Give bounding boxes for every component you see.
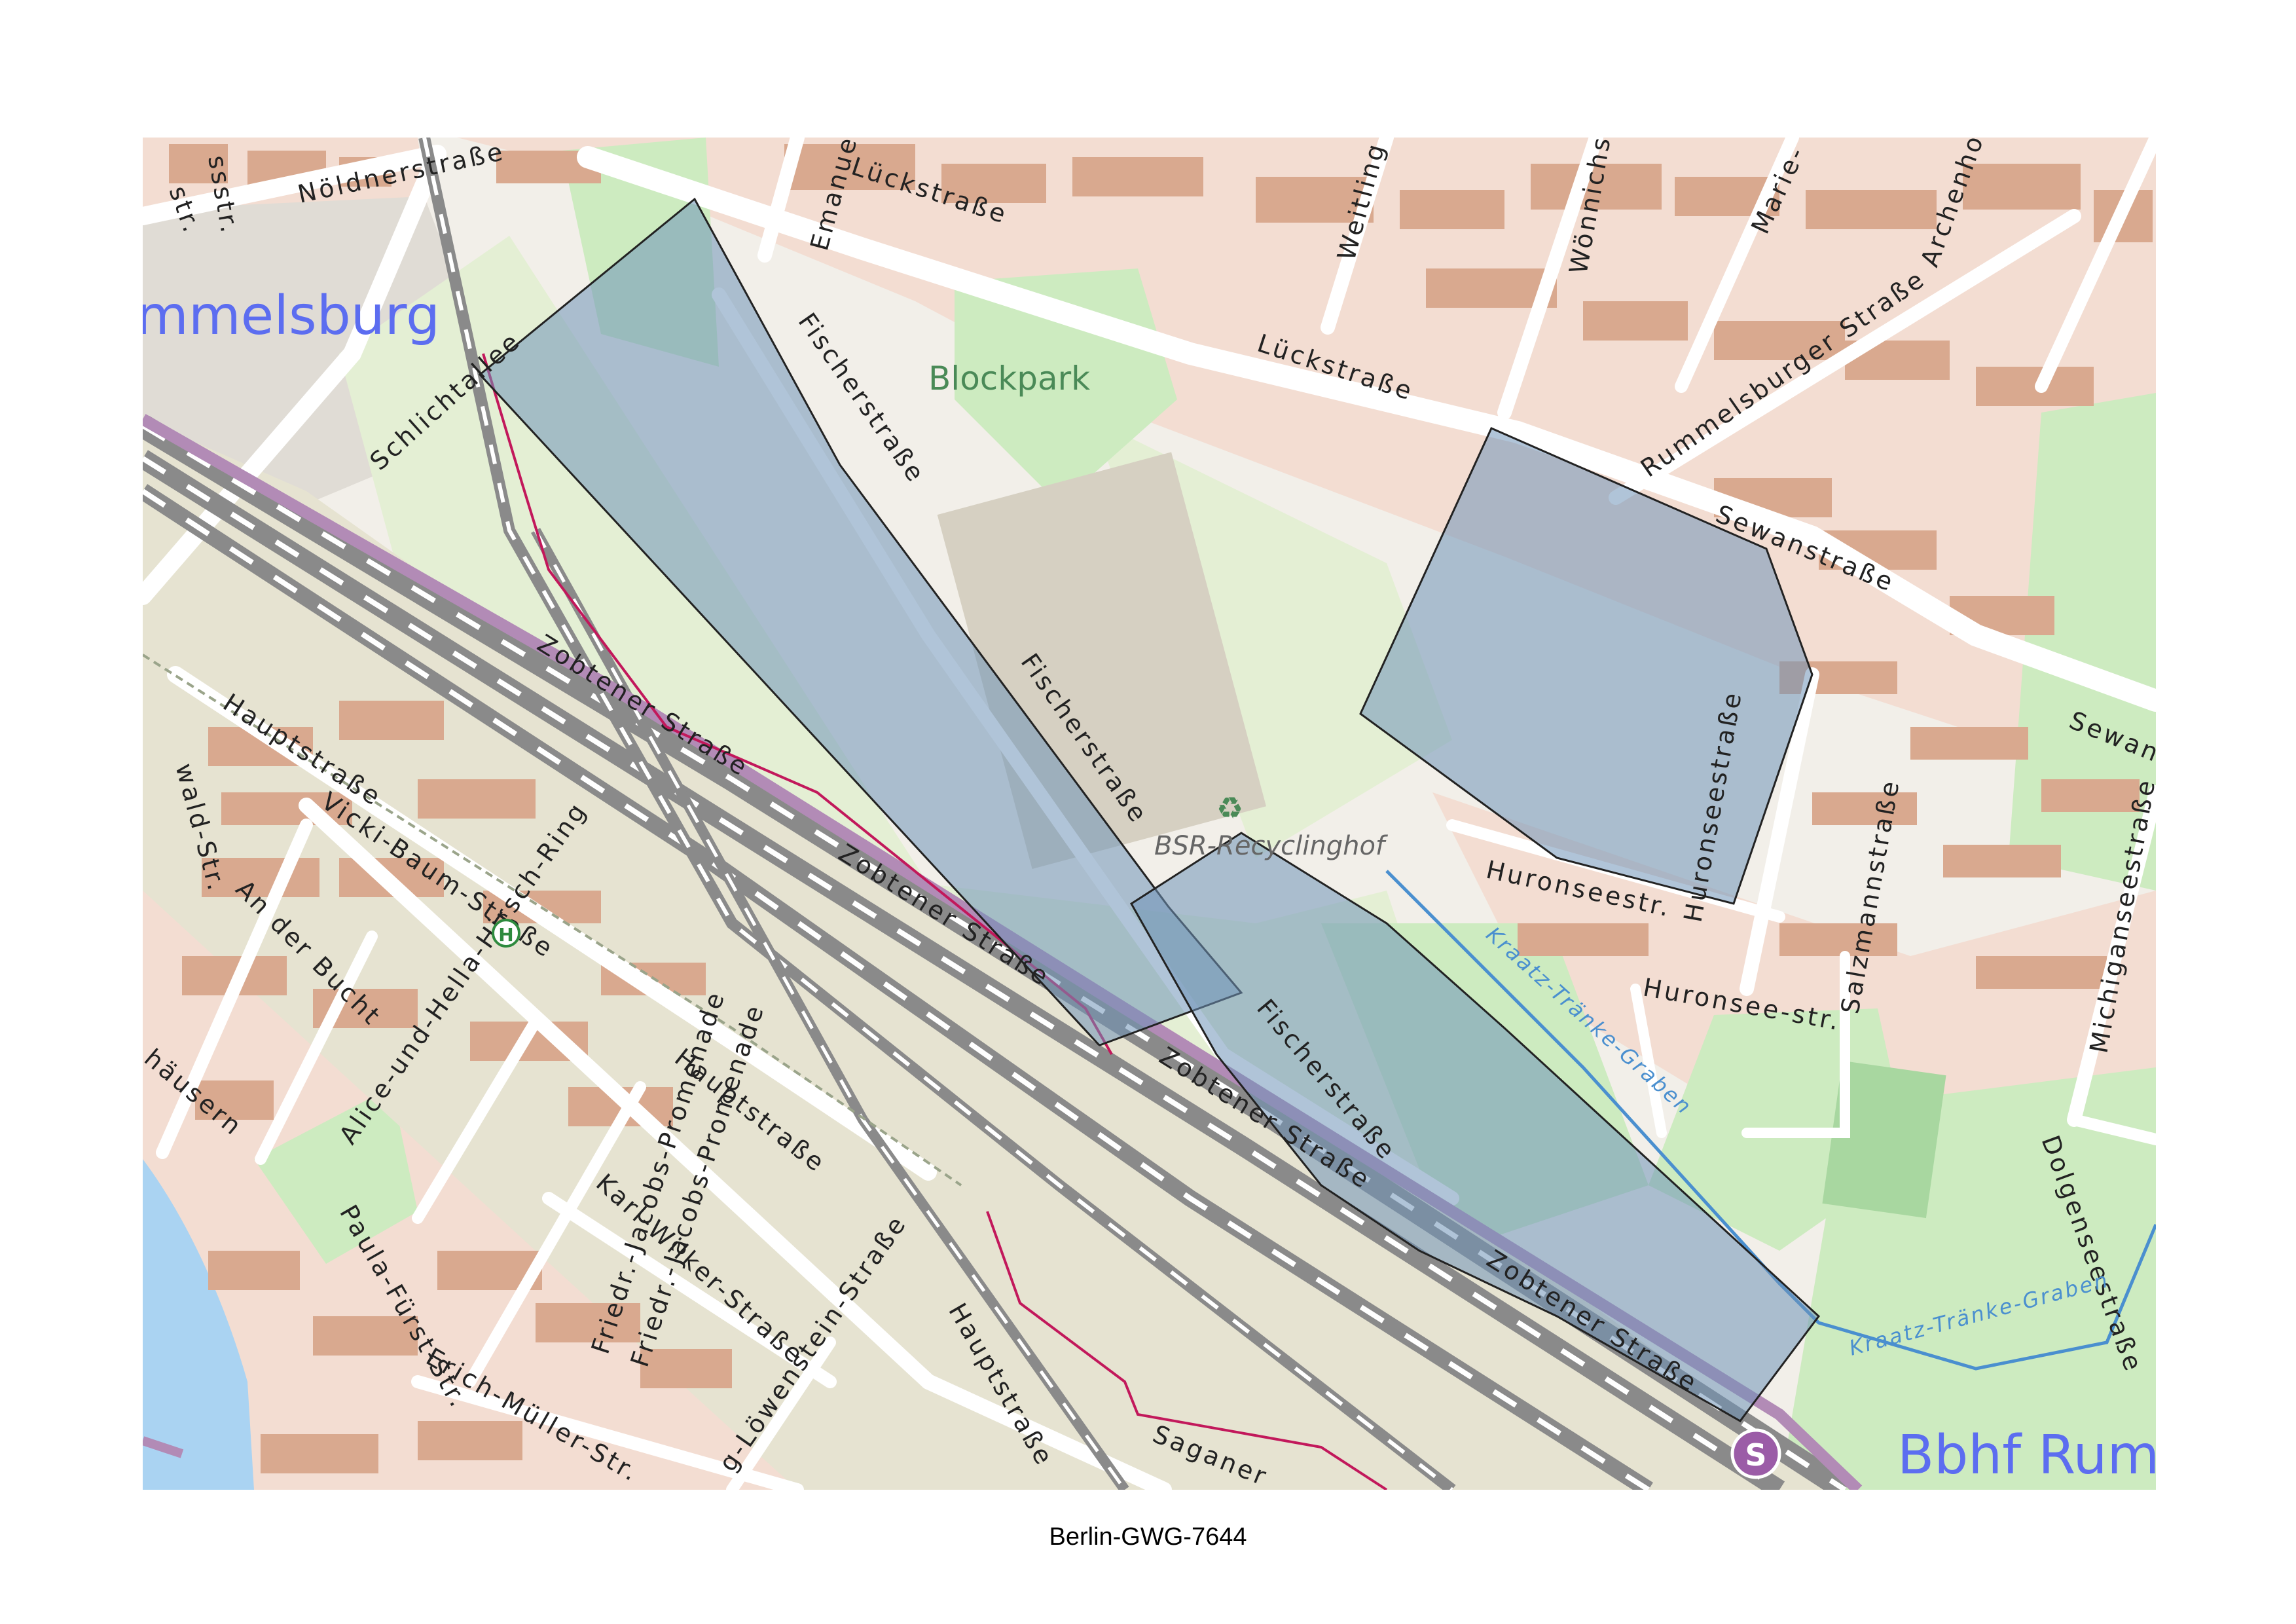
map-caption: Berlin-GWG-7644: [1049, 1523, 1247, 1551]
svg-text:S: S: [1745, 1437, 1766, 1473]
bus-stop-icon[interactable]: H: [492, 919, 520, 948]
svg-text:H: H: [498, 924, 513, 946]
recycle-icon: ♻: [1216, 790, 1243, 826]
poi-label-bsr-recyclinghof: BSR-Recyclinghof: [1154, 831, 1389, 861]
map-canvas[interactable]: mmelsburg Bbhf Rummelsb Blockpark BSR-Re…: [143, 138, 2156, 1490]
park-label-blockpark: Blockpark: [928, 360, 1090, 397]
place-label-rummelsburg: mmelsburg: [143, 285, 440, 347]
place-label-bbhf-rummelsburg: Bbhf Rummelsb: [1897, 1424, 2156, 1486]
sbahn-station-icon[interactable]: S: [1730, 1428, 1781, 1479]
map-frame[interactable]: mmelsburg Bbhf Rummelsb Blockpark BSR-Re…: [143, 138, 2156, 1490]
